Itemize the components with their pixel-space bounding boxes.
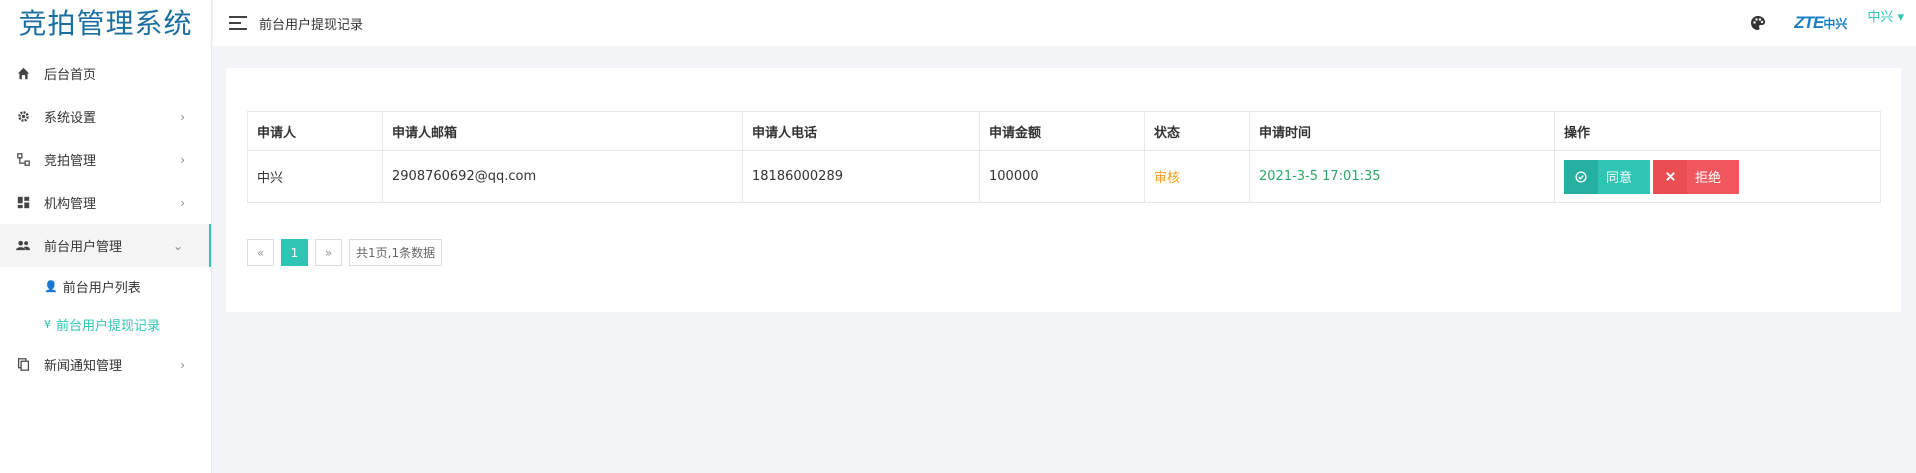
applicant-cell: 中兴 xyxy=(247,150,383,203)
withdraw-table: 申请人 申请人邮箱 申请人电话 申请金额 状态 申请时间 操作 中兴 29087… xyxy=(247,111,1881,203)
chevron-down-icon: ⌄ xyxy=(172,238,183,253)
dashboard-icon xyxy=(16,196,30,210)
sidebar-item-label: 前台用户提现记录 xyxy=(56,318,161,334)
time-cell: 2021-3-5 17:01:35 xyxy=(1249,150,1555,203)
chevron-right-icon: › xyxy=(180,357,185,372)
column-header: 申请人邮箱 xyxy=(382,111,743,151)
menu-toggle-icon[interactable] xyxy=(229,16,247,30)
phone-cell: 18186000289 xyxy=(742,150,980,203)
chevron-right-icon: › xyxy=(180,152,185,167)
yen-icon: ¥ xyxy=(44,317,51,331)
main-panel: 申请人 申请人邮箱 申请人电话 申请金额 状态 申请时间 操作 中兴 29087… xyxy=(226,68,1901,312)
chevron-right-icon: › xyxy=(180,109,185,124)
column-header: 申请人 xyxy=(247,111,383,151)
sidebar-item-home[interactable]: 后台首页 xyxy=(0,52,211,95)
column-header: 申请金额 xyxy=(979,111,1145,151)
submenu-frontend-users: 👤 前台用户列表 ¥ 前台用户提现记录 xyxy=(0,267,211,343)
agree-label: 同意 xyxy=(1606,170,1633,185)
column-header: 操作 xyxy=(1554,111,1881,151)
amount-cell: 100000 xyxy=(979,150,1145,203)
sidebar-item-label: 后台首页 xyxy=(44,68,97,83)
chevron-right-icon: › xyxy=(180,195,185,210)
actions-cell: 同意 拒绝 xyxy=(1554,150,1881,203)
sidebar-item-label: 系统设置 xyxy=(44,111,97,126)
breadcrumb: 前台用户提现记录 xyxy=(259,17,364,33)
status-cell: 审核 xyxy=(1144,150,1250,203)
sidebar-item-label: 新闻通知管理 xyxy=(44,359,123,374)
user-menu[interactable]: 中兴 ▾ xyxy=(1867,6,1904,25)
sidebar-item-news[interactable]: 新闻通知管理 › xyxy=(0,343,211,386)
sidebar-item-label: 前台用户列表 xyxy=(62,280,141,296)
palette-icon[interactable] xyxy=(1750,15,1766,31)
user-icon: 👤 xyxy=(44,279,58,293)
column-header: 申请人电话 xyxy=(742,111,980,151)
brand-logo-zte: ZTE xyxy=(1794,13,1824,32)
prev-page-button[interactable]: « xyxy=(247,239,274,266)
column-header: 申请时间 xyxy=(1249,111,1555,151)
table-header-row: 申请人 申请人邮箱 申请人电话 申请金额 状态 申请时间 操作 xyxy=(247,111,1881,151)
brand-logo: ZTE中兴 xyxy=(1794,13,1847,33)
users-icon xyxy=(16,239,30,253)
pagination: « 1 » 共1页,1条数据 xyxy=(247,239,449,266)
page-1-button[interactable]: 1 xyxy=(281,239,308,266)
email-cell: 2908760692@qq.com xyxy=(382,150,743,203)
sidebar: 竞拍管理系统 后台首页 系统设置 › 竞拍管理 › 机构管理 › 前台用户管理 … xyxy=(0,0,212,473)
reject-button[interactable]: 拒绝 xyxy=(1653,159,1740,194)
sitemap-icon xyxy=(16,153,30,167)
home-icon xyxy=(16,67,30,81)
sidebar-item-settings[interactable]: 系统设置 › xyxy=(0,95,211,138)
next-page-button[interactable]: » xyxy=(315,239,342,266)
sidebar-item-frontend-users[interactable]: 前台用户管理 ⌄ xyxy=(0,224,211,267)
copy-icon xyxy=(16,358,30,372)
gear-icon xyxy=(16,110,30,124)
sidebar-item-label: 前台用户管理 xyxy=(44,240,123,255)
sidebar-item-user-list[interactable]: 👤 前台用户列表 xyxy=(0,267,211,305)
reject-label: 拒绝 xyxy=(1695,170,1722,185)
app-title: 竞拍管理系统 xyxy=(18,7,193,40)
sidebar-menu: 后台首页 系统设置 › 竞拍管理 › 机构管理 › 前台用户管理 ⌄ 👤 前台用… xyxy=(0,52,211,386)
brand-logo-cn: 中兴 xyxy=(1823,17,1848,31)
sidebar-item-withdraw-records[interactable]: ¥ 前台用户提现记录 xyxy=(0,305,211,343)
close-icon xyxy=(1653,159,1688,194)
pagination-info: 共1页,1条数据 xyxy=(349,239,443,266)
sidebar-item-auction[interactable]: 竞拍管理 › xyxy=(0,138,211,181)
header-right: ZTE中兴 中兴 ▾ xyxy=(1750,0,1904,46)
sidebar-item-label: 竞拍管理 xyxy=(44,154,97,169)
table-row: 中兴 2908760692@qq.com 18186000289 100000 … xyxy=(247,150,1881,203)
top-header: 前台用户提现记录 ZTE中兴 中兴 ▾ xyxy=(213,0,1916,46)
agree-button[interactable]: 同意 xyxy=(1564,159,1651,194)
check-circle-icon xyxy=(1564,159,1598,194)
sidebar-item-org[interactable]: 机构管理 › xyxy=(0,181,211,224)
sidebar-item-label: 机构管理 xyxy=(44,197,97,212)
column-header: 状态 xyxy=(1144,111,1250,151)
